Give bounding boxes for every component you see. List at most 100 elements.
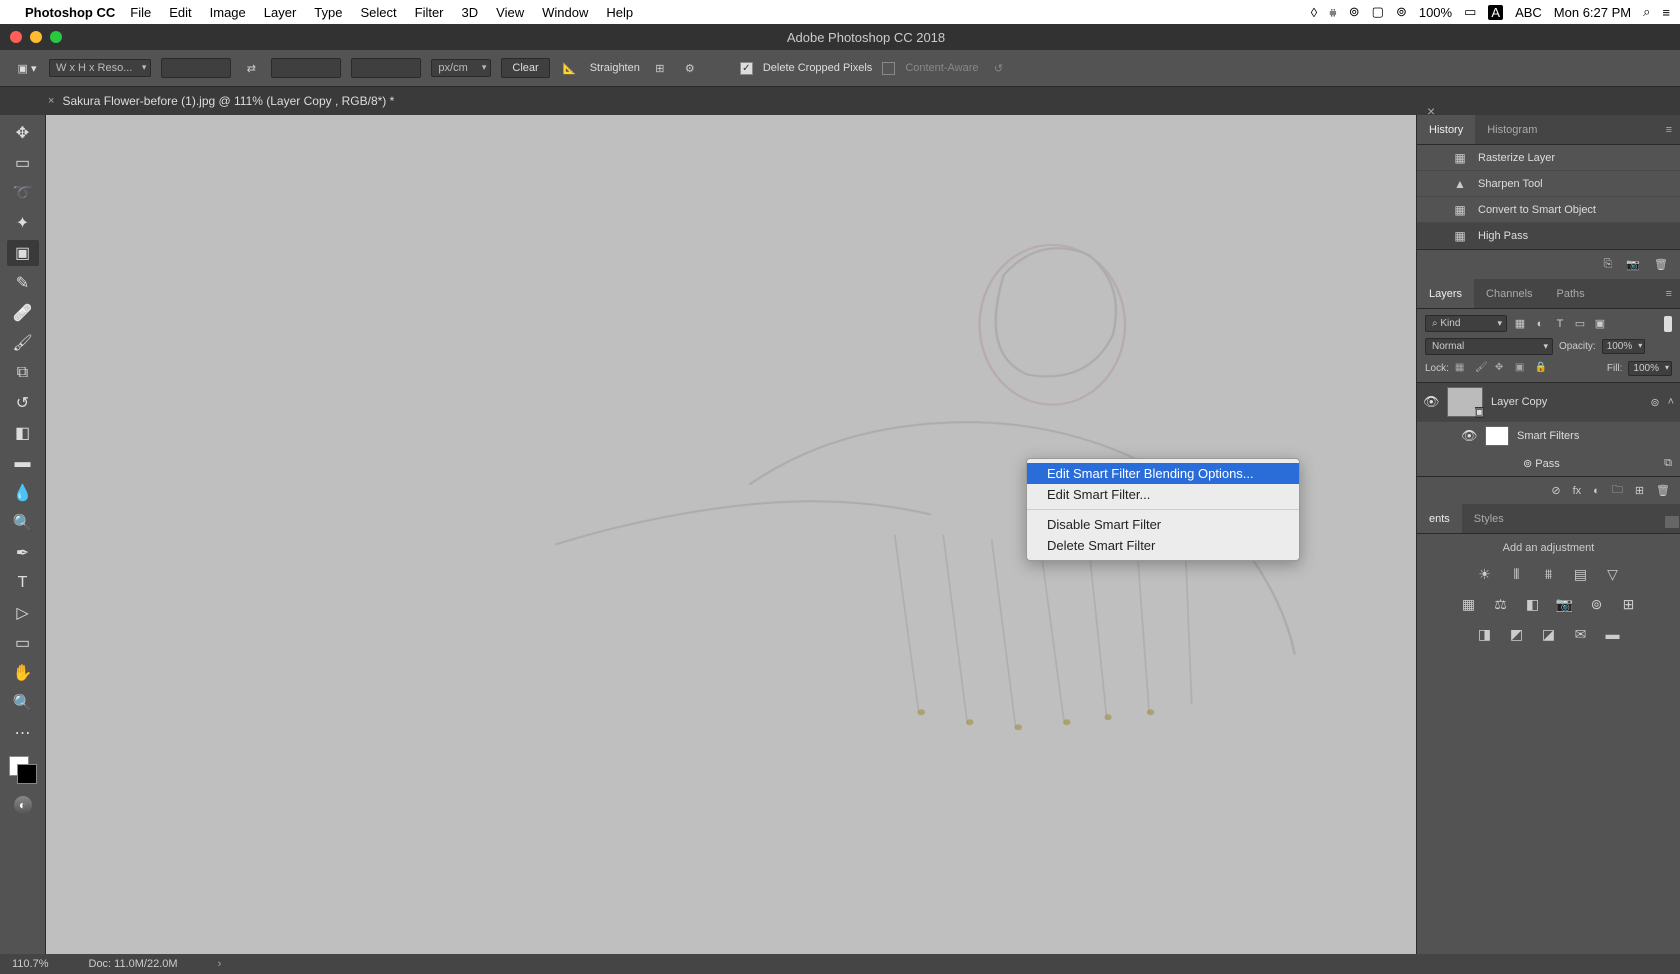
filter-adj-icon[interactable]: ◐ bbox=[1533, 317, 1547, 331]
menu-edit[interactable]: Edit bbox=[169, 5, 191, 20]
menu-icon[interactable]: ≡ bbox=[1662, 5, 1670, 20]
crop-units-dropdown[interactable]: px/cm bbox=[431, 59, 491, 77]
delete-cropped-checkbox[interactable]: ✓ bbox=[740, 62, 753, 75]
menu-help[interactable]: Help bbox=[606, 5, 633, 20]
tab-layers[interactable]: Layers bbox=[1417, 279, 1474, 308]
edit-toolbar[interactable]: ⋯ bbox=[7, 720, 39, 746]
eraser-tool[interactable]: ◧ bbox=[7, 420, 39, 446]
history-item[interactable]: ▲Sharpen Tool bbox=[1417, 171, 1680, 197]
layer-name[interactable]: Layer Copy bbox=[1491, 396, 1642, 408]
quick-mask[interactable]: ◐ bbox=[14, 796, 32, 814]
filter-type-icon[interactable]: T bbox=[1553, 317, 1567, 331]
zoom-level[interactable]: 110.7% bbox=[12, 958, 49, 970]
straighten-icon[interactable]: 📐 bbox=[560, 58, 580, 78]
menu-view[interactable]: View bbox=[496, 5, 524, 20]
posterize-icon[interactable]: ◩ bbox=[1507, 624, 1527, 644]
path-select-tool[interactable]: ▷ bbox=[7, 600, 39, 626]
tab-histogram[interactable]: Histogram bbox=[1475, 115, 1549, 144]
cc-icon[interactable]: ⊚ bbox=[1349, 4, 1360, 20]
gradient-tool[interactable]: ▬ bbox=[7, 450, 39, 476]
filter-shape-icon[interactable]: ▭ bbox=[1573, 317, 1587, 331]
dropbox-icon[interactable]: ⩷ bbox=[1329, 4, 1337, 20]
healing-tool[interactable]: 🩹 bbox=[7, 300, 39, 326]
clear-button[interactable]: Clear bbox=[501, 58, 549, 78]
menu-image[interactable]: Image bbox=[210, 5, 246, 20]
marquee-tool[interactable]: ▭ bbox=[7, 150, 39, 176]
input-source[interactable]: ABC bbox=[1515, 5, 1542, 20]
menu-3d[interactable]: 3D bbox=[462, 5, 479, 20]
overlay-icon[interactable]: ⊞ bbox=[650, 58, 670, 78]
status-popup-icon[interactable]: › bbox=[218, 958, 222, 970]
crop-tool[interactable]: ▣ bbox=[7, 240, 39, 266]
airplay-icon[interactable]: ▢ bbox=[1372, 4, 1384, 20]
color-balance-icon[interactable]: ⚖ bbox=[1491, 594, 1511, 614]
filter-pixel-icon[interactable]: ▦ bbox=[1513, 317, 1527, 331]
minimize-window[interactable] bbox=[30, 31, 42, 43]
crop-res-field[interactable] bbox=[351, 58, 421, 78]
crop-ratio-dropdown[interactable]: W x H x Reso... bbox=[49, 59, 151, 77]
move-tool[interactable]: ✥ bbox=[7, 120, 39, 146]
tab-history[interactable]: History bbox=[1417, 115, 1475, 144]
new-doc-from-state-icon[interactable]: ⎘ bbox=[1604, 258, 1613, 271]
collapse-panel-icon[interactable]: × bbox=[1427, 103, 1435, 119]
lock-transparency-icon[interactable]: ▦ bbox=[1455, 362, 1469, 376]
vibrance-icon[interactable]: ▽ bbox=[1603, 564, 1623, 584]
dodge-tool[interactable]: 🔍 bbox=[7, 510, 39, 536]
crop-height-field[interactable] bbox=[271, 58, 341, 78]
menu-type[interactable]: Type bbox=[314, 5, 342, 20]
tab-channels[interactable]: Channels bbox=[1474, 279, 1544, 308]
channel-mixer-icon[interactable]: ⊚ bbox=[1587, 594, 1607, 614]
input-source-icon[interactable]: A bbox=[1488, 5, 1503, 20]
layer-row[interactable]: 👁 Layer Copy ⊚ ˄ bbox=[1417, 383, 1680, 422]
wifi-icon[interactable]: ⊚ bbox=[1396, 4, 1407, 20]
app-name[interactable]: Photoshop CC bbox=[25, 5, 115, 20]
doc-info[interactable]: Doc: 11.0M/22.0M bbox=[89, 958, 178, 970]
menu-filter[interactable]: Filter bbox=[415, 5, 444, 20]
threshold-icon[interactable]: ◪ bbox=[1539, 624, 1559, 644]
smart-filters-row[interactable]: 👁 Smart Filters bbox=[1417, 422, 1680, 450]
quick-select-tool[interactable]: ✦ bbox=[7, 210, 39, 236]
opacity-value[interactable]: 100% bbox=[1602, 339, 1646, 354]
straighten-label[interactable]: Straighten bbox=[590, 62, 640, 74]
history-item[interactable]: ▦Rasterize Layer bbox=[1417, 145, 1680, 171]
brightness-icon[interactable]: ☀ bbox=[1475, 564, 1495, 584]
cm-delete-filter[interactable]: Delete Smart Filter bbox=[1027, 535, 1299, 556]
crop-tool-icon[interactable]: ▣ ▾ bbox=[15, 56, 39, 80]
eyedropper-tool[interactable]: ✎ bbox=[7, 270, 39, 296]
stamp-tool[interactable]: ⧉ bbox=[7, 360, 39, 386]
layers-menu-icon[interactable]: ≡ bbox=[1658, 288, 1680, 300]
tab-styles[interactable]: Styles bbox=[1462, 504, 1516, 533]
battery-pct[interactable]: 100% bbox=[1419, 5, 1452, 20]
layer-mask-icon[interactable]: ◐ bbox=[1593, 485, 1600, 497]
close-tab-icon[interactable]: × bbox=[48, 95, 54, 107]
history-menu-icon[interactable]: ≡ bbox=[1658, 124, 1680, 136]
snapshot-icon[interactable]: 📷 bbox=[1626, 258, 1640, 271]
delete-layer-icon[interactable]: 🗑 bbox=[1656, 484, 1670, 497]
hue-icon[interactable]: ▦ bbox=[1459, 594, 1479, 614]
menu-window[interactable]: Window bbox=[542, 5, 588, 20]
new-group-icon[interactable]: 🗀 bbox=[1612, 481, 1623, 500]
invert-icon[interactable]: ◨ bbox=[1475, 624, 1495, 644]
app1-icon[interactable]: ◊ bbox=[1311, 5, 1317, 20]
filter-toggle[interactable] bbox=[1664, 316, 1672, 332]
menu-layer[interactable]: Layer bbox=[264, 5, 297, 20]
tab-adjustments[interactable]: ents bbox=[1417, 504, 1462, 533]
delete-state-icon[interactable]: 🗑 bbox=[1654, 258, 1668, 271]
zoom-tool[interactable]: 🔍 bbox=[7, 690, 39, 716]
panel-scrollbar[interactable] bbox=[1664, 515, 1680, 529]
history-brush-tool[interactable]: ↺ bbox=[7, 390, 39, 416]
type-tool[interactable]: T bbox=[7, 570, 39, 596]
menu-select[interactable]: Select bbox=[360, 5, 396, 20]
clock[interactable]: Mon 6:27 PM bbox=[1554, 5, 1631, 20]
spotlight-icon[interactable]: ⌕ bbox=[1643, 4, 1650, 20]
visibility-icon[interactable]: 👁 bbox=[1461, 428, 1477, 444]
document-tab[interactable]: Sakura Flower-before (1).jpg @ 111% (Lay… bbox=[62, 94, 394, 108]
maximize-window[interactable] bbox=[50, 31, 62, 43]
blend-mode-dropdown[interactable]: Normal bbox=[1425, 338, 1553, 355]
history-item[interactable]: ▦Convert to Smart Object bbox=[1417, 197, 1680, 223]
filter-mask[interactable] bbox=[1485, 426, 1509, 446]
filter-kind-dropdown[interactable]: ⌕ Kind bbox=[1425, 315, 1507, 332]
cm-disable-filter[interactable]: Disable Smart Filter bbox=[1027, 514, 1299, 535]
lock-pixels-icon[interactable]: 🖌 bbox=[1475, 362, 1489, 376]
cm-edit-blending[interactable]: Edit Smart Filter Blending Options... bbox=[1027, 463, 1299, 484]
